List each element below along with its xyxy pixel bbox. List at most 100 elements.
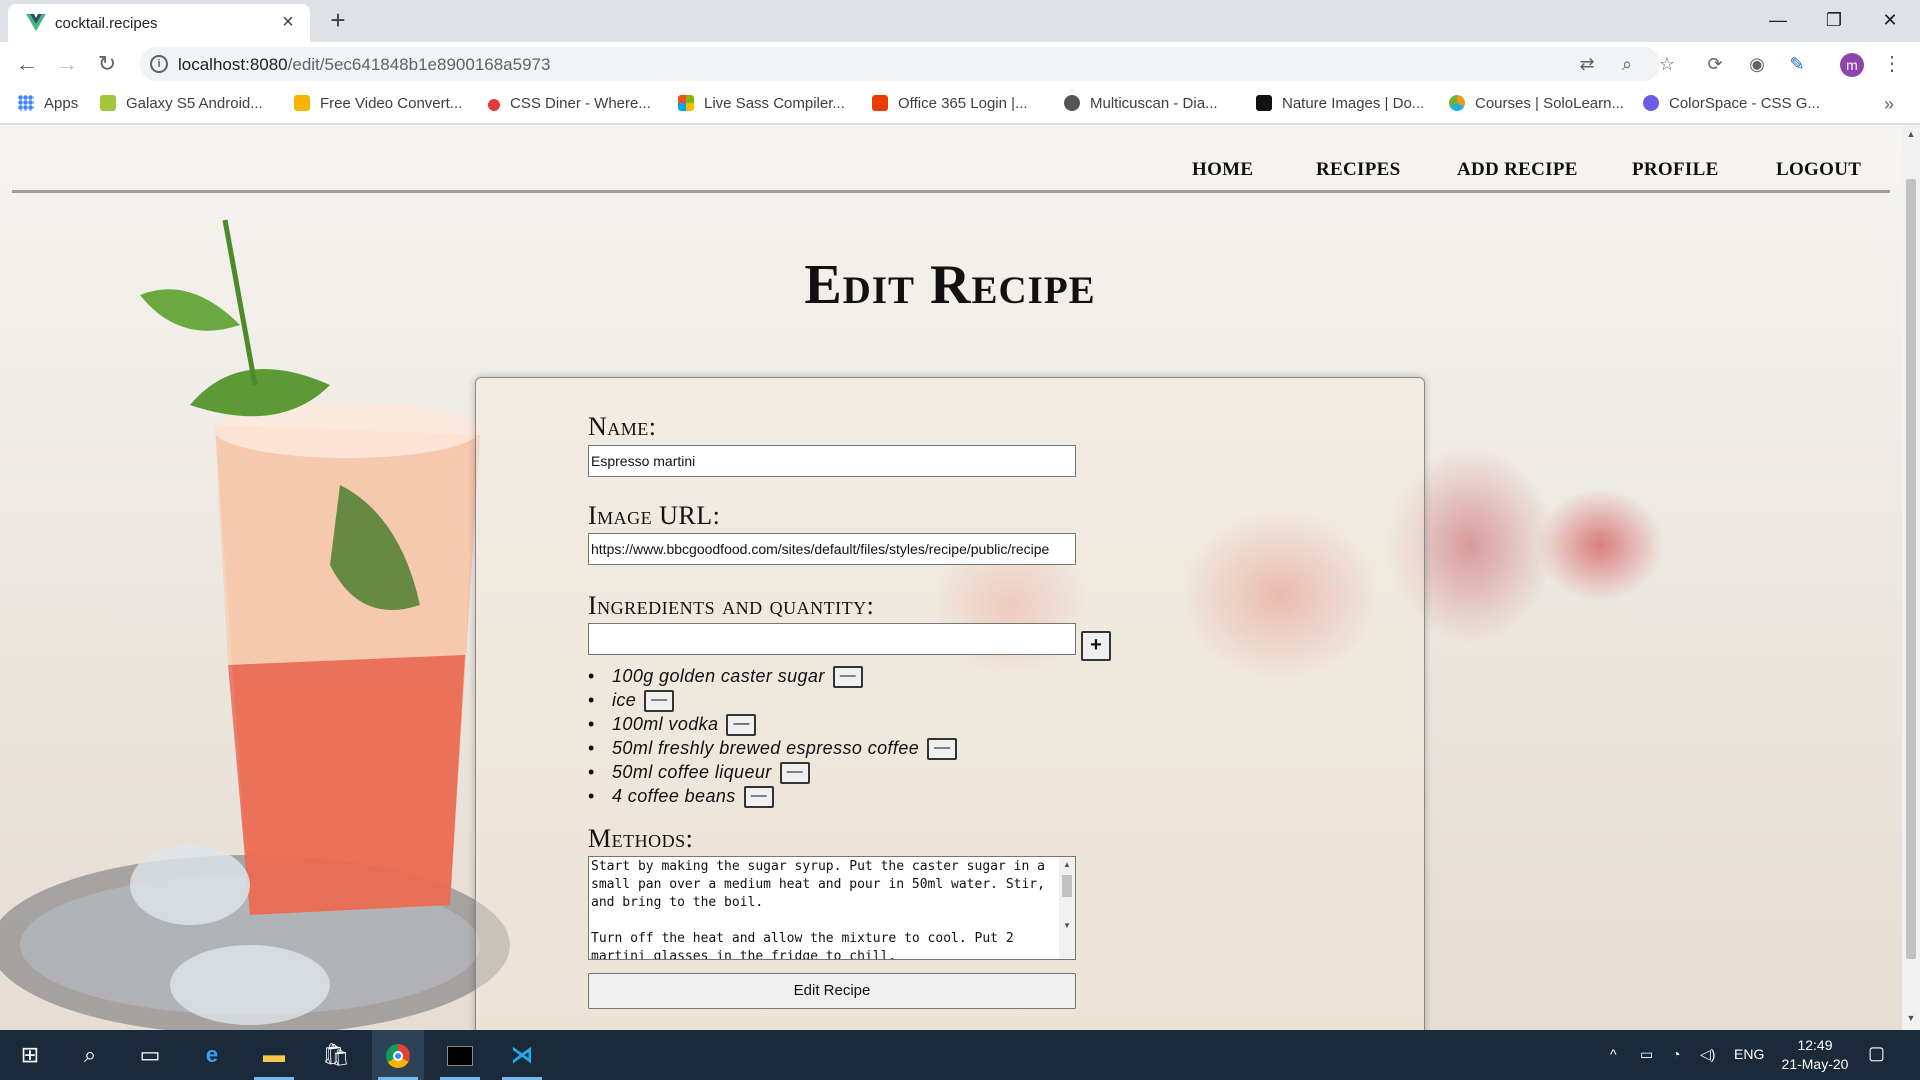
tab-close-icon[interactable]: × — [276, 10, 300, 34]
window-close-icon[interactable]: ✕ — [1862, 0, 1918, 40]
remove-ingredient-button[interactable]: — — [743, 786, 774, 809]
site-navbar: HOME RECIPES ADD RECIPE PROFILE LOGOUT — [12, 125, 1890, 193]
bookmark-video-convert[interactable]: Free Video Convert... — [294, 95, 462, 112]
battery-icon[interactable]: ▭ — [1640, 1046, 1653, 1063]
office-icon — [872, 95, 888, 111]
list-bullet: • — [588, 690, 595, 710]
nav-recipes[interactable]: RECIPES — [1316, 159, 1400, 181]
file-explorer-icon[interactable]: ▬ — [248, 1030, 300, 1080]
page-scroll-down-icon[interactable]: ▼ — [1906, 1013, 1916, 1023]
terminal-icon[interactable] — [434, 1030, 486, 1080]
url-text[interactable]: localhost:8080/edit/5ec641848b1e8900168a… — [178, 55, 550, 75]
back-icon[interactable]: ← — [13, 50, 41, 78]
windows-start-icon[interactable]: ⊞ — [4, 1030, 56, 1080]
nav-add-recipe[interactable]: ADD RECIPE — [1457, 159, 1578, 181]
textarea-scroll-thumb[interactable] — [1062, 875, 1072, 897]
volume-icon[interactable]: ◁) — [1700, 1046, 1715, 1063]
page-scroll-up-icon[interactable]: ▲ — [1906, 129, 1916, 139]
methods-text: Start by making the sugar syrup. Put the… — [591, 859, 1045, 960]
screenshot-icon[interactable]: ◉ — [1746, 53, 1768, 75]
edit-recipe-submit-button[interactable]: Edit Recipe — [588, 973, 1076, 1009]
ingredient-text: 100ml vodka — [612, 714, 719, 734]
remove-ingredient-button[interactable]: — — [927, 738, 958, 761]
bookmarks-bar: Apps Galaxy S5 Android... Free Video Con… — [0, 86, 1920, 124]
tray-overflow-icon[interactable]: ^ — [1610, 1046, 1617, 1062]
bookmark-office[interactable]: Office 365 Login |... — [872, 95, 1028, 112]
notification-icon[interactable]: ▢ — [1868, 1043, 1885, 1064]
translate-icon[interactable]: ⇄ — [1576, 53, 1598, 75]
profile-avatar[interactable]: m — [1840, 53, 1864, 77]
remove-ingredient-button[interactable]: — — [779, 762, 810, 785]
browser-tabstrip: cocktail.recipes × + — ❐ ✕ — [0, 0, 1920, 42]
restore-icon[interactable]: ❐ — [1806, 0, 1862, 40]
list-bullet: • — [588, 762, 595, 782]
edge-icon[interactable]: e — [186, 1030, 238, 1080]
android-icon — [100, 95, 116, 111]
windows-taskbar: ⊞ ⌕ ▭ e ▬ 🛍 ⋊ ^ ▭ ◔ ◁) ENG 12:49 21-May-… — [0, 1030, 1920, 1080]
network-icon[interactable]: ◔ — [1672, 1046, 1680, 1062]
browser-tab-active[interactable]: cocktail.recipes × — [8, 4, 310, 42]
bookmark-css-diner[interactable]: CSS Diner - Where... — [488, 95, 651, 112]
reload-icon[interactable]: ↻ — [93, 50, 121, 78]
url-path: /edit/5ec641848b1e8900168a5973 — [287, 55, 551, 74]
zoom-icon[interactable]: ⌕ — [1616, 53, 1638, 75]
bookmark-galaxy[interactable]: Galaxy S5 Android... — [100, 95, 263, 112]
globe-icon — [1064, 95, 1080, 111]
bookmark-label: Nature Images | Do... — [1282, 95, 1425, 112]
bookmark-apps[interactable]: Apps — [18, 95, 78, 112]
bookmark-label: Multicuscan - Dia... — [1090, 95, 1218, 112]
browser-menu-icon[interactable]: ⋮ — [1882, 51, 1902, 77]
edit-recipe-form: Name: Espresso martini Image URL: https:… — [475, 377, 1425, 1030]
chrome-icon[interactable] — [372, 1030, 424, 1080]
bookmark-nature[interactable]: Nature Images | Do... — [1256, 95, 1424, 112]
chrome-logo-center — [393, 1051, 403, 1062]
name-input[interactable]: Espresso martini — [588, 445, 1076, 477]
page-scroll-thumb[interactable] — [1906, 179, 1916, 959]
extension-sync-icon[interactable]: ⟳ — [1704, 53, 1726, 75]
site-info-icon[interactable]: i — [150, 55, 168, 73]
extension-pen-icon[interactable]: ✎ — [1786, 53, 1808, 75]
store-icon[interactable]: 🛍 — [310, 1030, 362, 1080]
remove-ingredient-button[interactable]: — — [726, 714, 757, 737]
image-url-input[interactable]: https://www.bbcgoodfood.com/sites/defaul… — [588, 533, 1076, 565]
ingredient-list: • 100g golden caster sugar — • ice — • 100ml … — [588, 666, 958, 810]
new-tab-icon[interactable]: + — [324, 6, 352, 34]
task-view-icon[interactable]: ▭ — [124, 1030, 176, 1080]
add-ingredient-button[interactable]: + — [1081, 631, 1111, 661]
ingredient-input[interactable] — [588, 623, 1076, 655]
textarea-scrollbar[interactable]: ▲ ▼ — [1059, 857, 1075, 959]
bookmark-sololearn[interactable]: Courses | SoloLearn... — [1449, 95, 1624, 112]
vue-logo-icon — [26, 14, 46, 31]
bookmark-colorspace[interactable]: ColorSpace - CSS G... — [1643, 95, 1820, 112]
ingredient-item: • 100ml vodka — — [588, 714, 957, 738]
vscode-icon[interactable]: ⋊ — [496, 1030, 548, 1080]
bookmarks-overflow-icon[interactable]: » — [1884, 94, 1894, 115]
bookmark-label: Free Video Convert... — [320, 95, 463, 112]
bookmark-label: ColorSpace - CSS G... — [1669, 95, 1820, 112]
scroll-down-icon[interactable]: ▼ — [1063, 921, 1071, 930]
methods-textarea[interactable]: Start by making the sugar syrup. Put the… — [588, 856, 1076, 960]
bookmark-sass[interactable]: Live Sass Compiler... — [678, 95, 845, 112]
bookmark-label: CSS Diner - Where... — [510, 95, 651, 112]
ingredient-item: • 50ml coffee liqueur — — [588, 762, 957, 786]
page-scrollbar[interactable]: ▲ ▼ — [1902, 125, 1920, 1030]
ingredient-text: ice — [612, 690, 637, 710]
scroll-up-icon[interactable]: ▲ — [1063, 860, 1071, 869]
bookmark-star-icon[interactable]: ☆ — [1656, 53, 1678, 75]
nav-home[interactable]: HOME — [1192, 159, 1253, 181]
forward-icon[interactable]: → — [53, 50, 81, 78]
list-bullet: • — [588, 666, 595, 686]
address-bar[interactable]: i localhost:8080/edit/5ec641848b1e890016… — [140, 47, 1675, 81]
nav-profile[interactable]: PROFILE — [1632, 159, 1719, 181]
remove-ingredient-button[interactable]: — — [644, 690, 675, 713]
search-icon[interactable]: ⌕ — [64, 1030, 116, 1080]
minimize-icon[interactable]: — — [1750, 0, 1806, 40]
css-diner-icon — [488, 99, 500, 111]
taskbar-clock[interactable]: 12:49 21-May-20 — [1770, 1036, 1860, 1074]
bookmark-multicuscan[interactable]: Multicuscan - Dia... — [1064, 95, 1218, 112]
browser-toolbar: ← → ↻ i localhost:8080/edit/5ec641848b1e… — [0, 42, 1920, 86]
ingredient-text: 100g golden caster sugar — [612, 666, 825, 686]
nav-logout[interactable]: LOGOUT — [1776, 159, 1861, 181]
language-indicator[interactable]: ENG — [1734, 1046, 1764, 1062]
remove-ingredient-button[interactable]: — — [832, 666, 863, 689]
